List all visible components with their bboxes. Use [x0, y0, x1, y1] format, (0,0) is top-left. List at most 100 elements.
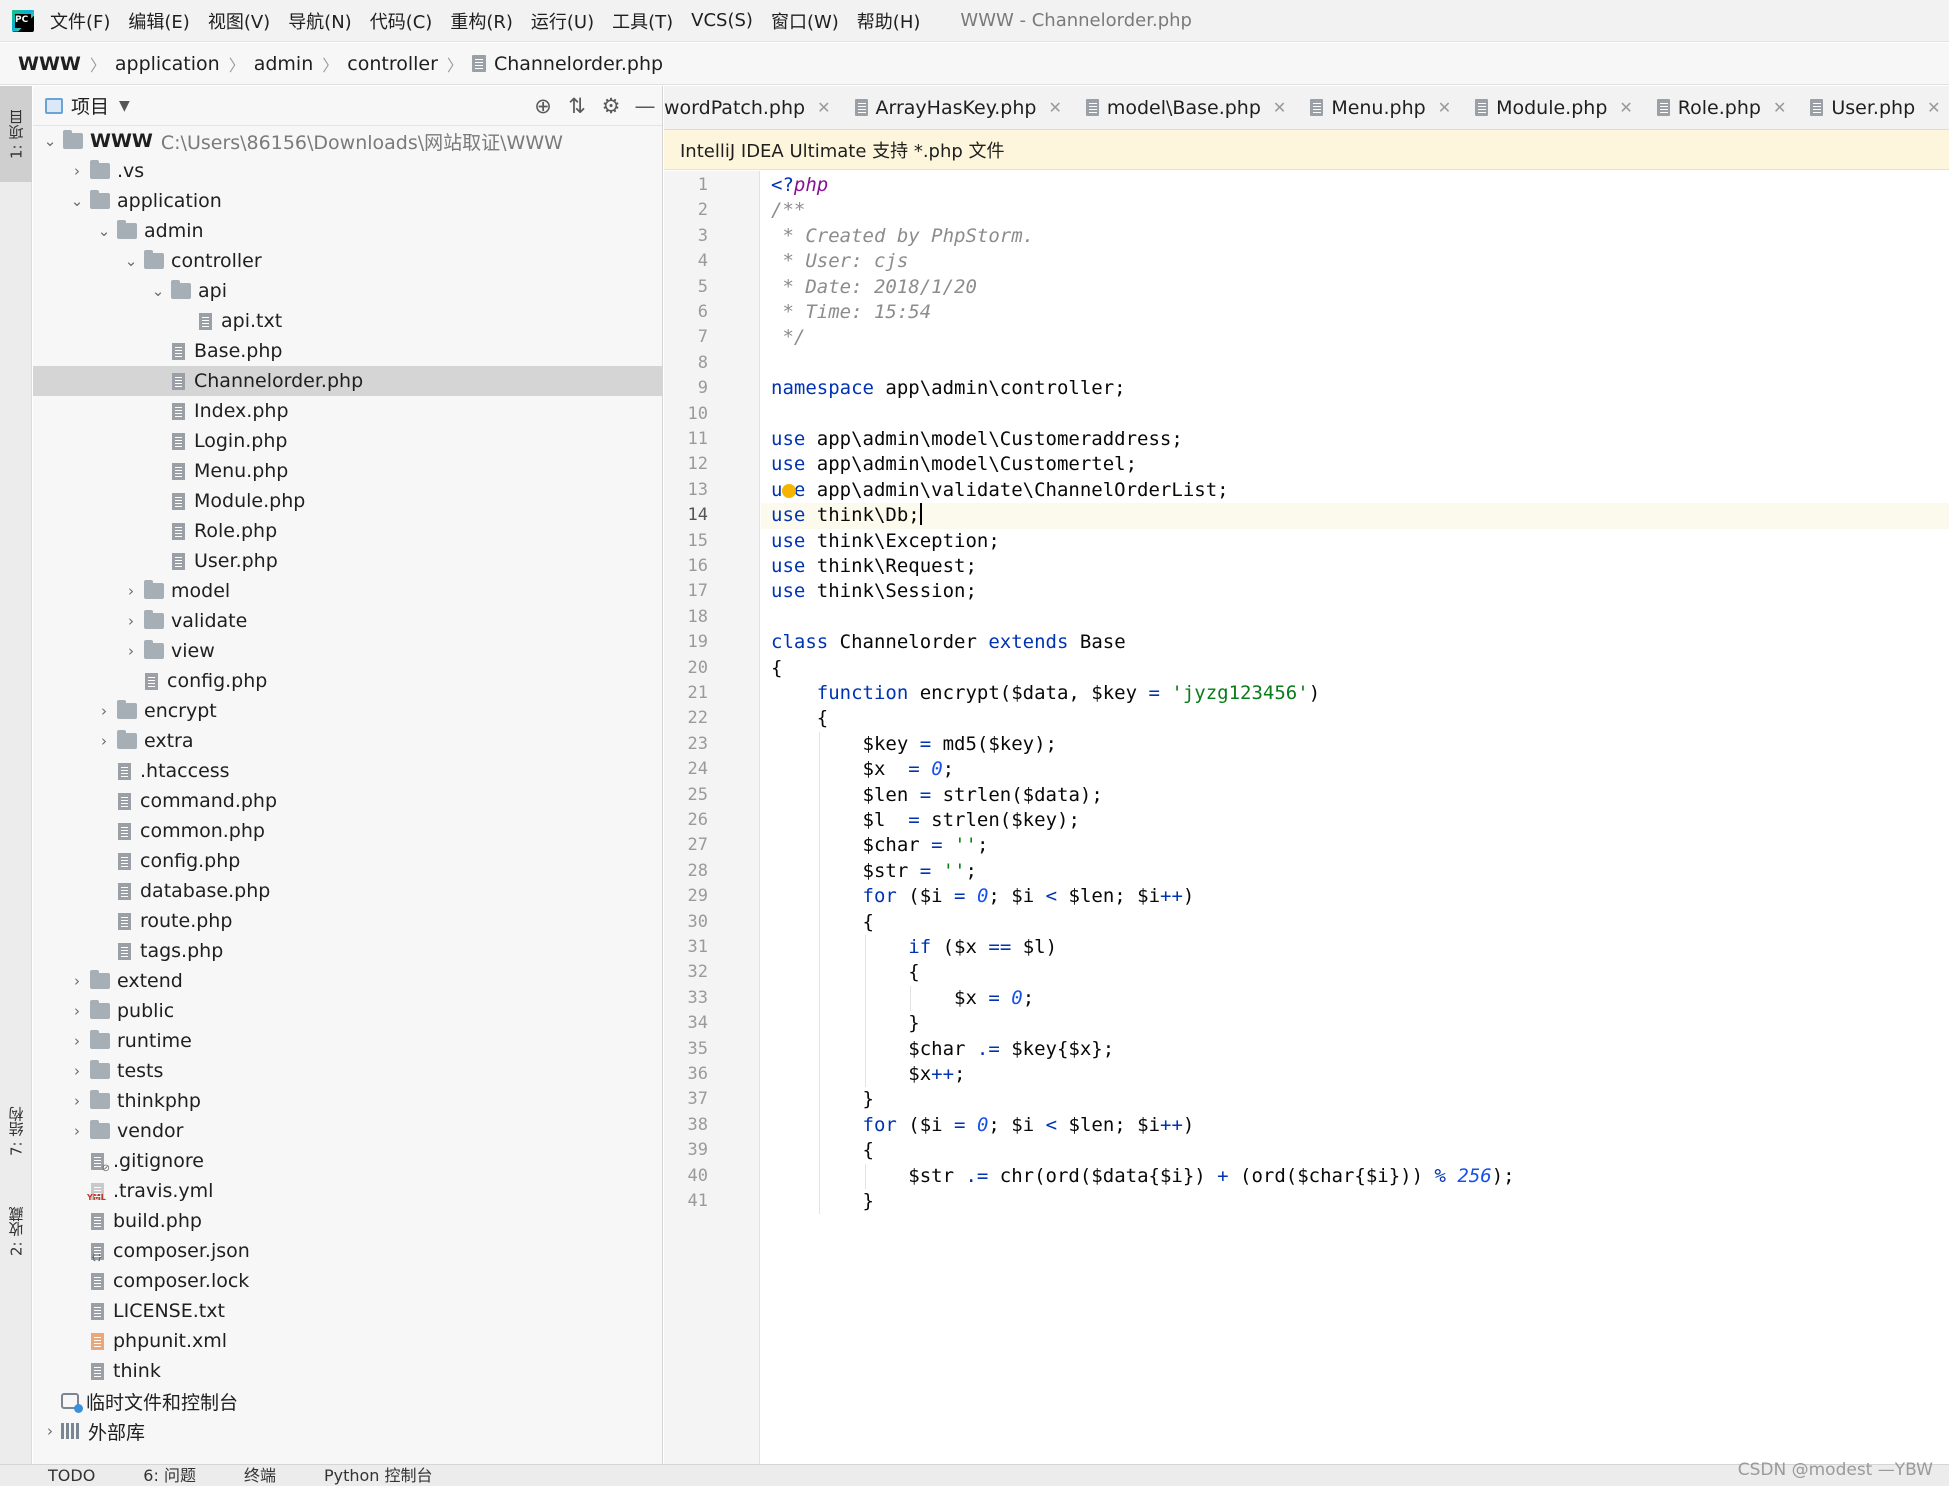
code-line[interactable]: [761, 605, 1949, 630]
chevron-right-icon[interactable]: ›: [122, 582, 140, 600]
editor-tab[interactable]: model\Base.php ✕: [1074, 86, 1298, 129]
code-line[interactable]: class Channelorder extends Base: [761, 630, 1949, 655]
breadcrumb-controller[interactable]: controller: [347, 53, 438, 75]
code-line[interactable]: for ($i = 0; $i < $len; $i++): [761, 884, 1949, 909]
close-icon[interactable]: ✕: [1773, 98, 1786, 117]
tree-file[interactable]: Menu.php: [33, 456, 662, 486]
menu-window[interactable]: 窗口(W): [771, 8, 839, 34]
menu-view[interactable]: 视图(V): [208, 8, 270, 34]
tree-file[interactable]: Login.php: [33, 426, 662, 456]
code-line[interactable]: if ($x == $l): [761, 935, 1949, 960]
tree-file[interactable]: .travis.yml: [33, 1176, 662, 1206]
chevron-down-icon[interactable]: ⌄: [41, 132, 59, 150]
python-console-tool-button[interactable]: Python 控制台: [324, 1465, 433, 1486]
code-line[interactable]: $len = strlen($data);: [761, 783, 1949, 808]
code-line[interactable]: <?php: [761, 173, 1949, 198]
code-line[interactable]: use app\admin\model\Customeraddress;: [761, 427, 1949, 452]
code-line[interactable]: $str .= chr(ord($data{$i}) + (ord($char{…: [761, 1164, 1949, 1189]
code-line[interactable]: use app\admin\model\Customertel;: [761, 452, 1949, 477]
code-line[interactable]: use think\Request;: [761, 554, 1949, 579]
tree-folder[interactable]: › runtime: [33, 1026, 662, 1056]
tree-file[interactable]: Module.php: [33, 486, 662, 516]
menu-file[interactable]: 文件(F): [50, 8, 110, 34]
close-icon[interactable]: ✕: [1048, 98, 1061, 117]
tree-folder[interactable]: › tests: [33, 1056, 662, 1086]
code-line[interactable]: * Date: 2018/1/20: [761, 275, 1949, 300]
menu-tools[interactable]: 工具(T): [612, 8, 673, 34]
code-line[interactable]: $str = '';: [761, 859, 1949, 884]
tree-folder[interactable]: › vendor: [33, 1116, 662, 1146]
editor-tab[interactable]: Module.php ✕: [1463, 86, 1645, 129]
code-line[interactable]: use think\Exception;: [761, 529, 1949, 554]
gear-icon[interactable]: ⚙: [594, 94, 628, 118]
code-line[interactable]: * Time: 15:54: [761, 300, 1949, 325]
code-line[interactable]: [761, 402, 1949, 427]
menu-code[interactable]: 代码(C): [370, 8, 433, 34]
project-panel-title[interactable]: 项目: [71, 92, 109, 119]
code-line[interactable]: }: [761, 1189, 1949, 1214]
breadcrumb-admin[interactable]: admin: [254, 53, 314, 75]
tree-file[interactable]: common.php: [33, 816, 662, 846]
code-line[interactable]: use think\Session;: [761, 579, 1949, 604]
code-line[interactable]: * Created by PhpStorm.: [761, 224, 1949, 249]
code-line[interactable]: $l = strlen($key);: [761, 808, 1949, 833]
code-line[interactable]: {: [761, 910, 1949, 935]
tree-file[interactable]: LICENSE.txt: [33, 1296, 662, 1326]
tree-folder[interactable]: › thinkphp: [33, 1086, 662, 1116]
tree-file[interactable]: config.php: [33, 666, 662, 696]
tree-file[interactable]: 临时文件和控制台: [33, 1386, 662, 1416]
menu-navigate[interactable]: 导航(N): [288, 8, 352, 34]
chevron-right-icon[interactable]: ›: [68, 1122, 86, 1140]
code-line[interactable]: namespace app\admin\controller;: [761, 376, 1949, 401]
code-line[interactable]: * User: cjs: [761, 249, 1949, 274]
tree-file[interactable]: Base.php: [33, 336, 662, 366]
code-line[interactable]: $x = 0;: [761, 986, 1949, 1011]
editor-tab[interactable]: Menu.php ✕: [1298, 86, 1463, 129]
editor-tab[interactable]: Role.php ✕: [1645, 86, 1799, 129]
tree-file[interactable]: route.php: [33, 906, 662, 936]
project-tool-tab[interactable]: 1: 项目: [0, 86, 32, 182]
menu-vcs[interactable]: VCS(S): [691, 10, 753, 31]
tree-file[interactable]: api.txt: [33, 306, 662, 336]
tree-file[interactable]: phpunit.xml: [33, 1326, 662, 1356]
chevron-right-icon[interactable]: ›: [68, 1092, 86, 1110]
code-line[interactable]: $char = '';: [761, 833, 1949, 858]
code-line[interactable]: {: [761, 656, 1949, 681]
code-line[interactable]: /**: [761, 198, 1949, 223]
chevron-right-icon[interactable]: ›: [122, 612, 140, 630]
code-line[interactable]: {: [761, 706, 1949, 731]
chevron-right-icon[interactable]: ›: [68, 1032, 86, 1050]
close-icon[interactable]: ✕: [1438, 98, 1451, 117]
tree-file[interactable]: Role.php: [33, 516, 662, 546]
menu-edit[interactable]: 编辑(E): [128, 8, 189, 34]
code-line[interactable]: {: [761, 960, 1949, 985]
hide-panel-icon[interactable]: —: [628, 94, 662, 118]
close-icon[interactable]: ✕: [1273, 98, 1286, 117]
chevron-right-icon[interactable]: ›: [68, 972, 86, 990]
tree-folder[interactable]: › 外部库: [33, 1416, 662, 1446]
tree-file[interactable]: .htaccess: [33, 756, 662, 786]
chevron-down-icon[interactable]: ⌄: [149, 282, 167, 300]
code-line[interactable]: */: [761, 325, 1949, 350]
tree-file[interactable]: config.php: [33, 846, 662, 876]
todo-tool-button[interactable]: TODO: [48, 1465, 95, 1486]
collapse-all-icon[interactable]: ⇅: [560, 94, 594, 118]
tree-file[interactable]: build.php: [33, 1206, 662, 1236]
code-line[interactable]: use app\admin\validate\ChannelOrderList;: [761, 478, 1949, 503]
menu-run[interactable]: 运行(U): [531, 8, 594, 34]
tree-folder[interactable]: › validate: [33, 606, 662, 636]
tree-folder[interactable]: › encrypt: [33, 696, 662, 726]
chevron-down-icon[interactable]: ⌄: [122, 252, 140, 270]
tree-folder[interactable]: ⌄ controller: [33, 246, 662, 276]
favorites-tool-tab[interactable]: 2: 收藏: [0, 1186, 32, 1276]
tree-file[interactable]: composer.json: [33, 1236, 662, 1266]
chevron-right-icon[interactable]: ›: [95, 702, 113, 720]
tree-file[interactable]: database.php: [33, 876, 662, 906]
breadcrumb-application[interactable]: application: [115, 53, 220, 75]
problems-tool-button[interactable]: 6: 问题: [143, 1465, 196, 1486]
tree-folder[interactable]: › view: [33, 636, 662, 666]
breadcrumb-file[interactable]: Channelorder.php: [494, 53, 663, 75]
editor-tab[interactable]: ArrayHasKey.php ✕: [843, 86, 1074, 129]
code-line[interactable]: for ($i = 0; $i < $len; $i++): [761, 1113, 1949, 1138]
tree-file[interactable]: command.php: [33, 786, 662, 816]
